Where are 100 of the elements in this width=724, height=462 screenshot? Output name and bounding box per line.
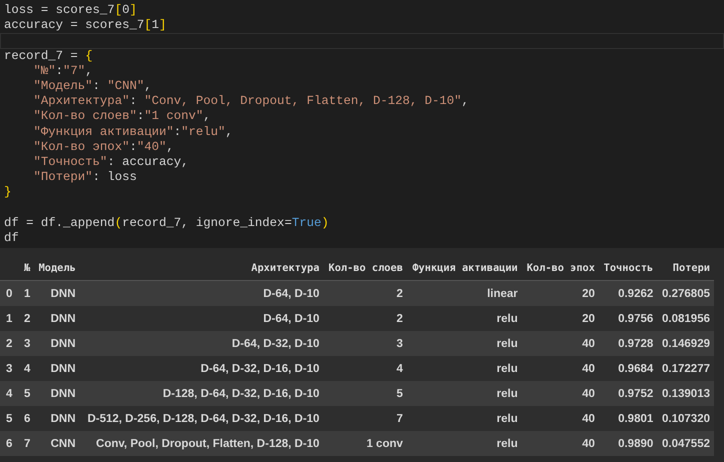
code-text: df = df._append bbox=[4, 216, 115, 230]
bracket: [ bbox=[144, 18, 152, 32]
code-text: , bbox=[203, 109, 211, 124]
table-cell: DNN bbox=[50, 412, 76, 424]
table-cell: relu bbox=[496, 412, 518, 424]
bracket: } bbox=[4, 185, 12, 200]
table-cell: 0.9890 bbox=[618, 438, 654, 450]
table-cell: 0.9801 bbox=[618, 412, 654, 424]
table-cell: relu bbox=[496, 338, 518, 350]
code-text: : bbox=[56, 64, 64, 78]
table-cell: D-64, D-32, D-16, D-10 bbox=[200, 362, 320, 374]
code-text: : bbox=[174, 124, 182, 138]
code-text: df bbox=[4, 230, 19, 245]
table-cell: DNN bbox=[50, 338, 76, 350]
table-cell: 3 bbox=[24, 338, 30, 350]
code-text: , bbox=[144, 78, 152, 93]
table-cell: 0.9684 bbox=[618, 362, 654, 374]
string-literal: "Точность" bbox=[34, 154, 108, 169]
table-cell: 5 bbox=[24, 388, 30, 400]
bracket: ] bbox=[159, 18, 166, 32]
string-literal: "relu" bbox=[181, 124, 226, 138]
code-text: accuracy = scores_7 bbox=[4, 18, 144, 32]
table-cell: D-64, D-10 bbox=[263, 312, 320, 324]
code-text: : bbox=[129, 140, 137, 154]
code-text: record_7 = bbox=[4, 48, 79, 63]
code-text: , bbox=[225, 124, 233, 138]
keyword: True bbox=[292, 216, 322, 230]
row-index: 2 bbox=[6, 338, 12, 350]
table-cell: DNN bbox=[50, 362, 76, 374]
table-cell: relu bbox=[496, 438, 518, 450]
code-text: 1 bbox=[152, 18, 159, 32]
table-cell: 0.146929 bbox=[662, 338, 710, 350]
table-cell: 40 bbox=[582, 438, 595, 450]
table-cell: D-64, D-32, D-10 bbox=[232, 338, 320, 350]
column-header: Кол-во эпох bbox=[526, 262, 595, 274]
bracket: { bbox=[85, 48, 93, 63]
table-cell: 0.9752 bbox=[618, 388, 654, 400]
table-cell: 0.047552 bbox=[662, 438, 710, 450]
bracket: [ bbox=[114, 3, 122, 17]
string-literal: "Кол-во слоев" bbox=[34, 109, 137, 124]
column-header: Потери bbox=[672, 262, 710, 274]
table-cell: relu bbox=[496, 312, 518, 324]
table-cell: 0.172277 bbox=[662, 362, 710, 374]
code-text: 0 bbox=[122, 3, 130, 17]
table-cell: 0.081956 bbox=[662, 312, 710, 324]
code-text: : bbox=[92, 78, 101, 93]
string-literal: "CNN" bbox=[107, 78, 144, 93]
table-cell: 5 bbox=[396, 388, 403, 400]
string-literal: "Модель" bbox=[34, 78, 93, 93]
code-text: , bbox=[166, 140, 174, 154]
column-header: Архитектура bbox=[251, 262, 320, 274]
string-literal: "Кол-во эпох" bbox=[34, 140, 130, 154]
string-literal: "Потери" bbox=[34, 170, 93, 184]
code-text: , bbox=[462, 94, 469, 108]
table-cell: D-512, D-256, D-128, D-64, D-32, D-16, D-10 bbox=[87, 412, 320, 424]
code-text: : loss bbox=[92, 170, 137, 184]
string-literal: "40" bbox=[136, 140, 166, 154]
table-cell: 20 bbox=[582, 312, 595, 324]
column-header: Кол-во слоев bbox=[328, 262, 403, 274]
row-index: 6 bbox=[6, 438, 12, 450]
column-header: Модель bbox=[38, 262, 76, 274]
table-cell: relu bbox=[496, 362, 518, 374]
table-cell: linear bbox=[487, 288, 518, 300]
code-text: , bbox=[85, 64, 93, 78]
string-literal: "7" bbox=[63, 64, 86, 78]
table-cell: 1 conv bbox=[366, 438, 403, 450]
table-cell: D-64, D-10 bbox=[263, 288, 320, 300]
table-cell: 40 bbox=[582, 412, 595, 424]
table-cell: 0.276805 bbox=[662, 288, 710, 300]
code-text: : accuracy, bbox=[107, 154, 188, 169]
table-cell: 20 bbox=[582, 288, 595, 300]
string-literal: "1 conv" bbox=[144, 109, 204, 124]
table-cell: 7 bbox=[24, 438, 30, 450]
table-cell: 0.9756 bbox=[618, 312, 654, 324]
table-cell: 3 bbox=[396, 338, 403, 350]
table-cell: 4 bbox=[396, 362, 403, 374]
string-literal: "Функция активации" bbox=[34, 124, 174, 138]
table-cell: 2 bbox=[24, 312, 30, 324]
code-text: record_7, ignore_index= bbox=[122, 216, 292, 230]
bracket: ] bbox=[129, 3, 137, 17]
string-literal: "Conv, Pool, Dropout, Flatten, D-128, D-10" bbox=[144, 94, 462, 108]
row-index: 4 bbox=[6, 388, 12, 400]
table-cell: 1 bbox=[24, 288, 30, 300]
table-cell: 0.107320 bbox=[662, 412, 710, 424]
table-cell: 0.9262 bbox=[618, 288, 654, 300]
table-cell: 4 bbox=[24, 362, 30, 374]
bracket: ) bbox=[321, 216, 329, 230]
row-index: 0 bbox=[6, 288, 12, 300]
column-header: Точность bbox=[604, 262, 654, 274]
table-cell: relu bbox=[496, 388, 518, 400]
table-cell: CNN bbox=[50, 438, 76, 450]
code-text: : bbox=[129, 94, 138, 108]
table-cell: DNN bbox=[50, 288, 76, 300]
table-cell: 2 bbox=[396, 288, 403, 300]
table-cell: 0.139013 bbox=[662, 388, 710, 400]
row-index: 1 bbox=[6, 312, 12, 324]
row-index: 5 bbox=[6, 412, 12, 424]
string-literal: "Архитектура" bbox=[34, 94, 130, 108]
code-text: loss = scores_7 bbox=[4, 3, 115, 17]
string-literal: "№" bbox=[34, 64, 56, 78]
